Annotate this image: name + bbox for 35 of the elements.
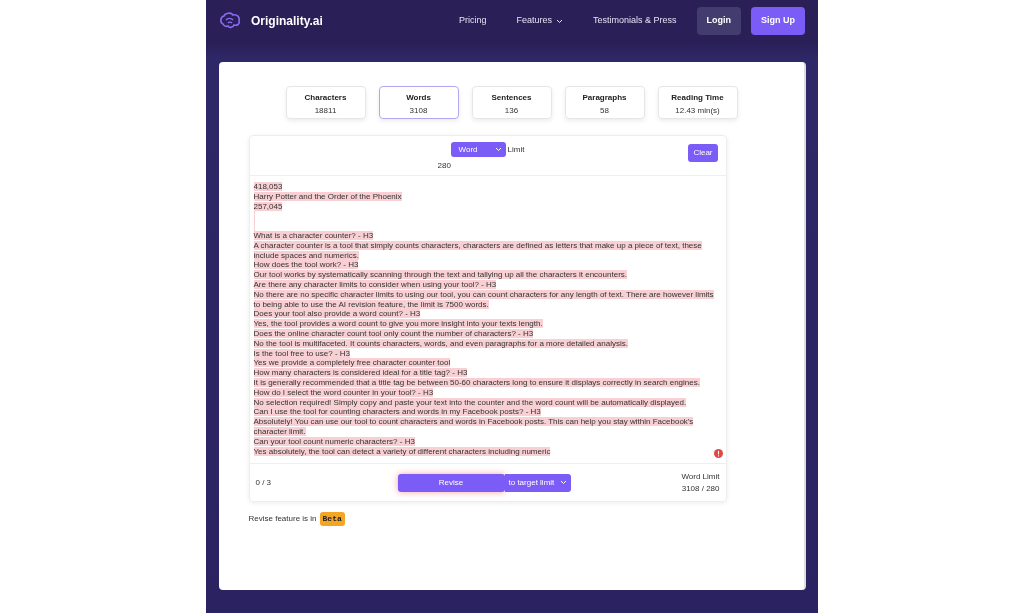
stat-card[interactable]: Paragraphs 58: [564, 86, 645, 119]
beta-note: Revise feature is in: [248, 513, 317, 525]
nav-link[interactable]: Features: [506, 14, 573, 28]
stat-label: Characters: [303, 92, 348, 104]
stat-label: Words: [405, 92, 432, 104]
brain-logo-icon: [219, 12, 241, 30]
beta-tag: Beta: [319, 512, 345, 526]
word-limit-label: Word Limit: [681, 470, 720, 483]
revise-button[interactable]: Revise: [397, 473, 505, 492]
stat-label: Sentences: [490, 92, 533, 104]
nav-link[interactable]: Testimonials & Press: [582, 14, 687, 28]
error-icon: [713, 449, 723, 458]
chevron-down-icon: [560, 480, 568, 485]
stat-card[interactable]: Reading Time 12.43 min(s): [657, 86, 738, 119]
stat-card[interactable]: Characters 18811: [285, 86, 366, 119]
login-button[interactable]: Login: [696, 7, 741, 35]
mode-dropdown[interactable]: Word: [450, 142, 506, 157]
stat-card[interactable]: Words 3108: [378, 86, 459, 119]
signup-button[interactable]: Sign Up: [751, 7, 805, 35]
stat-value: 18811: [313, 105, 338, 117]
word-limit-value: 3108 / 280: [681, 482, 720, 495]
stat-value: 3108: [408, 105, 429, 117]
stat-value: 58: [599, 105, 610, 117]
stat-value: 12.43 min(s): [674, 105, 721, 117]
revision-counter: 0 / 3: [255, 476, 273, 489]
stat-card[interactable]: Sentences 136: [471, 86, 552, 119]
chevron-down-icon: [494, 147, 502, 152]
stat-label: Reading Time: [670, 92, 725, 104]
limit-label: Limit: [507, 143, 525, 156]
stat-label: Paragraphs: [581, 92, 628, 104]
nav-link[interactable]: Pricing: [448, 14, 497, 28]
stat-value: 136: [503, 105, 520, 117]
target-dropdown[interactable]: to target limit: [504, 473, 572, 492]
clear-button[interactable]: Clear: [688, 144, 718, 162]
brand-name[interactable]: Originality.ai: [251, 12, 323, 30]
